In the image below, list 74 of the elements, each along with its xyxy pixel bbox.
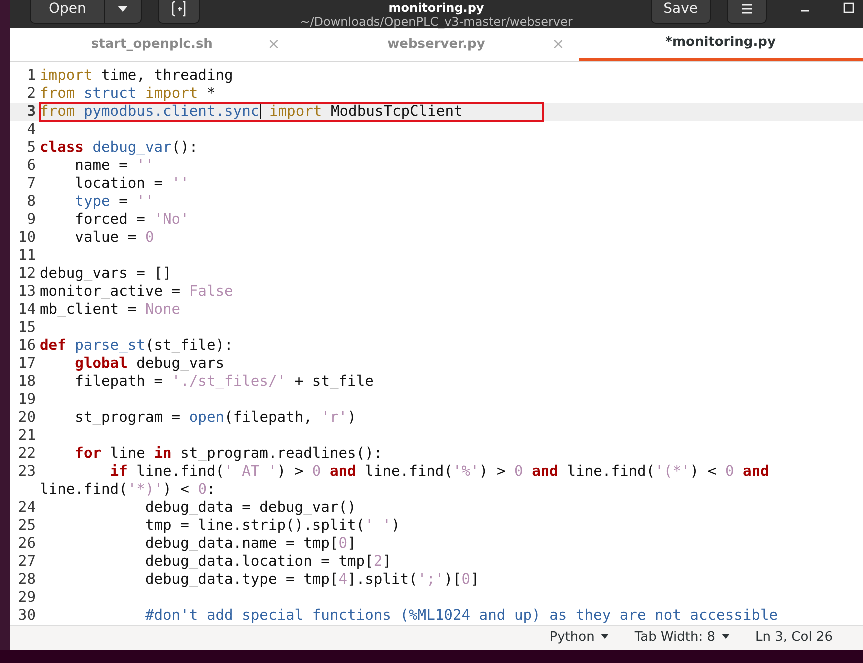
line-number: 17 — [17, 355, 37, 373]
line-number: 19 — [17, 391, 37, 409]
line-number: 14 — [17, 301, 37, 319]
code-line: for line in st_program.readlines(): — [74, 445, 384, 463]
line-number: 18 — [17, 373, 37, 391]
code-line: name = '' — [74, 157, 156, 175]
line-number: 16 — [17, 337, 37, 355]
line-number: 29 — [17, 589, 37, 607]
line-number: 4 — [26, 121, 37, 139]
code-line: class debug_var(): — [40, 139, 200, 157]
line-number: 28 — [17, 571, 37, 589]
line-number: 7 — [26, 175, 37, 193]
code-line: forced = 'No' — [74, 211, 190, 229]
editor-tab[interactable]: *monitoring.py — [578, 28, 863, 61]
language-selector[interactable]: Python — [550, 628, 609, 648]
line-number: 2 — [26, 85, 37, 103]
caret-icon — [117, 5, 130, 13]
line-number: 1 — [26, 67, 37, 85]
line-number: 27 — [17, 553, 37, 571]
line-number: 9 — [26, 211, 37, 229]
code-line: type = '' — [74, 193, 156, 211]
line-number: 12 — [17, 265, 37, 283]
code-line: global debug_vars — [74, 355, 226, 373]
menu-button[interactable] — [727, 0, 767, 24]
code-line: monitor_active = False — [40, 283, 234, 301]
code-line: st_program = open(filepath, 'r') — [74, 409, 358, 427]
line-number: 13 — [17, 283, 37, 301]
code-line: def parse_st(st_file): — [40, 337, 234, 355]
caret-icon — [722, 634, 730, 640]
code-line: debug_data.location = tmp[2] — [144, 553, 392, 571]
line-number: 15 — [17, 319, 37, 337]
line-number: 24 — [17, 499, 37, 517]
code-line: debug_data = debug_var() — [144, 499, 358, 517]
line-number: 20 — [17, 409, 37, 427]
code-line: value = 0 — [74, 229, 156, 247]
line-number: 22 — [17, 445, 37, 463]
code-line: filepath = './st_files/' + st_file — [74, 373, 375, 391]
code-line: debug_vars = [] — [40, 265, 173, 283]
code-line: if line.find(' AT ') > 0 and line.find('%') > 0 and line.find('(*') < 0 and line.find('*)') < 0: — [40, 463, 770, 499]
line-number: 8 — [26, 193, 37, 211]
menu-icon — [740, 3, 754, 15]
file-path: ~/Downloads/OpenPLC_v3-master/webserver — [300, 14, 573, 29]
line-number: 6 — [26, 157, 37, 175]
tab-label: *monitoring.py — [666, 34, 776, 52]
save-button[interactable]: Save — [650, 0, 711, 24]
line-number: 23 — [17, 463, 37, 482]
code-line: tmp = line.strip().split(' ') — [144, 517, 402, 535]
code-line: from pymodbus.client.sync import ModbusTcpClient — [40, 103, 543, 121]
caret-icon — [600, 634, 609, 640]
line-number: 10 — [17, 229, 37, 247]
line-number: 26 — [17, 535, 37, 553]
cursor-position: Ln 3, Col 26 — [756, 629, 833, 648]
code-line: debug_data.name = tmp[0] — [144, 535, 358, 553]
code-line: mb_client = None — [40, 301, 182, 319]
new-tab-button[interactable] — [158, 0, 200, 24]
line-number: 30 — [17, 607, 37, 625]
new-document-icon — [171, 1, 188, 17]
maximize-icon[interactable] — [843, 2, 855, 14]
line-number: 25 — [17, 517, 37, 535]
tab-label: start_openplc.sh — [91, 36, 213, 54]
code-line: debug_data.type = tmp[4].split(';')[0] — [144, 571, 480, 589]
code-line: import time, threading — [40, 67, 234, 85]
tab-width-selector[interactable]: Tab Width: 8 — [634, 628, 730, 648]
window-title: monitoring.py — [388, 2, 484, 15]
tab-label: webserver.py — [388, 36, 486, 54]
code-line: from struct import * — [40, 85, 217, 103]
line-number: 21 — [17, 427, 37, 445]
dropdown-button[interactable] — [105, 0, 142, 24]
code-line: location = '' — [74, 175, 190, 193]
line-number: 3 — [26, 103, 37, 121]
code-line: #don't add special functions (%ML1024 and up) as they are not accessible — [144, 607, 780, 625]
line-number: 5 — [26, 139, 37, 157]
open-button[interactable]: Open — [30, 0, 106, 24]
line-number: 11 — [17, 247, 37, 265]
